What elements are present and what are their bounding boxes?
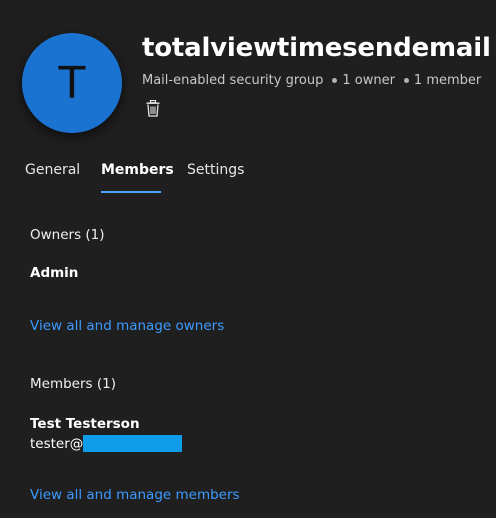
group-subtitle: Mail-enabled security group 1 owner 1 me… bbox=[142, 73, 481, 88]
avatar-letter: T bbox=[58, 57, 86, 109]
member-name: Test Testerson bbox=[30, 416, 140, 432]
owner-count: 1 owner bbox=[342, 73, 395, 88]
trash-icon[interactable] bbox=[146, 100, 160, 117]
group-type: Mail-enabled security group bbox=[142, 73, 324, 88]
group-avatar: T bbox=[22, 33, 122, 133]
separator-dot bbox=[332, 78, 338, 83]
redaction-block bbox=[83, 435, 183, 452]
manage-members-link[interactable]: View all and manage members bbox=[30, 487, 240, 503]
group-title: totalviewtimesendemail bbox=[142, 33, 491, 63]
owners-heading: Owners (1) bbox=[30, 227, 105, 243]
tab-members[interactable]: Members bbox=[101, 162, 174, 178]
manage-owners-link[interactable]: View all and manage owners bbox=[30, 318, 224, 334]
separator-dot bbox=[403, 78, 409, 83]
member-count: 1 member bbox=[413, 73, 482, 88]
member-email: tester@ bbox=[30, 435, 183, 452]
member-email-prefix: tester@ bbox=[30, 435, 84, 452]
tab-settings[interactable]: Settings bbox=[187, 162, 244, 178]
tab-general[interactable]: General bbox=[25, 162, 80, 178]
active-tab-indicator bbox=[101, 191, 161, 193]
tab-bar: General Members Settings bbox=[0, 162, 496, 193]
members-heading: Members (1) bbox=[30, 376, 116, 392]
owner-name: Admin bbox=[30, 265, 79, 281]
